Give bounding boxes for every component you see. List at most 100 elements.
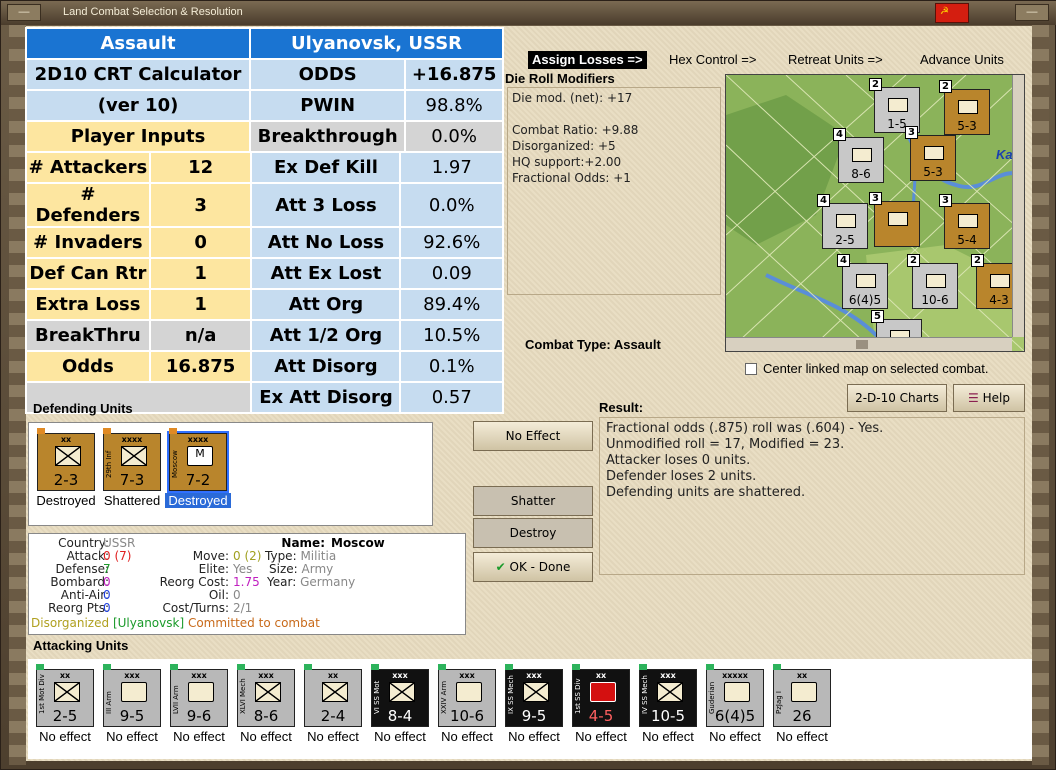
attacking-unit[interactable]: xxx VI SS Mot 8-4 No effect <box>367 664 433 744</box>
map-unit-counter[interactable]: 2 10-6 <box>907 254 958 309</box>
attacking-unit[interactable]: xxx XXIV Arm 10-6 No effect <box>434 664 500 744</box>
unit-status-dot <box>773 664 781 670</box>
title-bar: — Land Combat Selection & Resolution ☭ — <box>1 1 1056 25</box>
info-status-committed: Committed to combat <box>187 616 320 630</box>
unit-result-label: No effect <box>575 729 627 744</box>
unit-size-label: xxxx <box>187 435 209 444</box>
charts-button[interactable]: 2-D-10 Charts <box>847 384 947 412</box>
attacking-unit[interactable]: xx 1st SS Div 4-5 No effect <box>568 664 634 744</box>
window-title: Land Combat Selection & Resolution <box>63 6 243 18</box>
info-key: Country: <box>58 536 109 550</box>
center-link-option[interactable]: Center linked map on selected combat. <box>745 361 988 376</box>
infantry-symbol-icon <box>121 446 147 466</box>
unit-status-dot <box>36 664 44 670</box>
crt-input-defcanrtr[interactable]: 1 <box>148 257 253 290</box>
help-button[interactable]: ☰ Help <box>953 384 1025 412</box>
right-frame <box>1032 25 1049 765</box>
attacking-unit[interactable]: xxx LVII Arm 9-6 No effect <box>166 664 232 744</box>
result-title: Result: <box>599 400 644 415</box>
info-key: Type: <box>265 549 297 563</box>
map-unit-counter[interactable]: 3 5-4 <box>939 194 990 249</box>
unit-size-label: xxx <box>124 671 140 680</box>
unit-result-label: No effect <box>642 729 694 744</box>
no-effect-button[interactable]: No Effect <box>473 421 593 451</box>
unit-status-dot <box>169 428 177 434</box>
crt-input-attackers[interactable]: 12 <box>148 151 253 184</box>
linked-map[interactable]: 2 1-5 2 5-3 4 8-6 3 5-3 4 2-5 3 3 5-4 4 6(4)5 2 10-6 2 4-3… <box>725 74 1025 352</box>
defending-unit[interactable]: xxxx 29th Inf 7-3 Shattered <box>99 428 165 508</box>
unit-strength: 9-5 <box>521 707 547 725</box>
defending-units-title: Defending Units <box>33 401 133 416</box>
map-unit-counter[interactable]: 4 2-5 <box>817 194 868 249</box>
result-line: Defending units are shattered. <box>606 485 806 500</box>
map-h-scroll-thumb[interactable] <box>856 340 868 349</box>
map-unit-counter[interactable]: 4 6(4)5 <box>837 254 888 309</box>
map-unit-symbol-icon <box>836 214 856 228</box>
attacking-unit[interactable]: xxx III Arm 9-5 No effect <box>99 664 165 744</box>
unit-counter: xxx XLVI Mech 8-6 <box>237 664 295 727</box>
drm-title: Die Roll Modifiers <box>505 71 615 86</box>
attacking-unit[interactable]: xxx XLVI Mech 8-6 No effect <box>233 664 299 744</box>
unit-size-label: xxx <box>459 671 475 680</box>
map-unit-counter[interactable]: 3 5-3 <box>905 126 956 181</box>
checkmark-icon: ✔ <box>495 560 506 574</box>
crt-input-invaders[interactable]: 0 <box>148 226 253 259</box>
unit-counter: xxxxx Guderian 6(4)5 <box>706 664 764 727</box>
window-menu-button[interactable]: — <box>7 4 41 21</box>
tab-retreat-units[interactable]: Retreat Units => <box>788 51 883 69</box>
result-panel: Fractional odds (.875) roll was (.604) -… <box>599 417 1025 575</box>
window-close-button[interactable]: — <box>1015 4 1049 21</box>
unit-result-label: No effect <box>709 729 761 744</box>
result-line: Defender loses 2 units. <box>606 469 757 484</box>
info-cost-turns: 2/1 <box>233 601 253 615</box>
unit-strength: 8-4 <box>387 707 413 725</box>
crt-input-odds[interactable]: 16.875 <box>148 350 253 383</box>
combat-window: — Land Combat Selection & Resolution ☭ —… <box>0 0 1056 770</box>
unit-status-dot <box>37 428 45 434</box>
crt-input-extraloss[interactable]: 1 <box>148 288 253 321</box>
defending-unit[interactable]: xxxx M Moscow 7-2 Destroyed <box>165 428 231 508</box>
book-icon: ☰ <box>968 391 979 405</box>
info-reorg-pts: 0 <box>103 601 111 615</box>
map-h-scrollbar[interactable] <box>726 337 1012 351</box>
attacking-unit[interactable]: xx 1st Mot Div 2-5 No effect <box>32 664 98 744</box>
tab-hex-control[interactable]: Hex Control => <box>669 51 756 69</box>
unit-strength: 2-4 <box>320 707 346 725</box>
unit-status-dot <box>572 664 580 670</box>
unit-strength: 2-5 <box>52 707 78 725</box>
unit-result-label: No effect <box>508 729 560 744</box>
center-link-checkbox[interactable] <box>745 362 757 375</box>
unit-strength: 8-6 <box>253 707 279 725</box>
attacking-unit[interactable]: xx PzJag I 26 No effect <box>769 664 835 744</box>
attacking-unit[interactable]: xx 2-4 No effect <box>300 664 366 744</box>
map-unit-counter[interactable]: 3 <box>869 192 920 247</box>
destroy-button[interactable]: Destroy <box>473 518 593 548</box>
info-defense: 7 <box>103 562 111 576</box>
map-v-scrollbar[interactable] <box>1012 75 1024 337</box>
crt-value-odds: +16.875 <box>404 58 504 91</box>
unit-counter: xxxx 29th Inf 7-3 <box>103 428 161 491</box>
attacking-unit[interactable]: xxx IV SS Mech 10-5 No effect <box>635 664 701 744</box>
map-unit-counter[interactable]: 2 5-3 <box>939 80 990 135</box>
tab-assign-losses[interactable]: Assign Losses => <box>528 51 647 69</box>
unit-size-label: xxx <box>392 671 408 680</box>
unit-size-label: xxx <box>191 671 207 680</box>
ok-done-label: OK - Done <box>509 560 571 574</box>
map-unit-stack-count: 4 <box>837 254 850 267</box>
crt-input-defenders[interactable]: 3 <box>148 182 253 228</box>
map-unit-stack-count: 3 <box>869 192 882 205</box>
defending-unit[interactable]: xx 2-3 Destroyed <box>33 428 99 508</box>
info-key: Size: <box>269 562 298 576</box>
attacking-unit[interactable]: xxxxx Guderian 6(4)5 No effect <box>702 664 768 744</box>
crt-value-exattdisorg: 0.57 <box>399 381 504 414</box>
attacking-units-title: Attacking Units <box>33 638 129 653</box>
ok-done-button[interactable]: ✔ OK - Done <box>473 552 593 582</box>
crt-value-breakthru: n/a <box>148 319 253 352</box>
crt-label-invaders: # Invaders <box>25 226 151 259</box>
attacking-unit[interactable]: xxx IX SS Mech 9-5 No effect <box>501 664 567 744</box>
drm-line: Fractional Odds: +1 <box>512 171 631 185</box>
tab-advance-units[interactable]: Advance Units <box>920 51 1004 69</box>
map-unit-symbol-icon <box>924 146 944 160</box>
map-unit-counter[interactable]: 4 8-6 <box>833 128 884 183</box>
shatter-button[interactable]: Shatter <box>473 486 593 516</box>
